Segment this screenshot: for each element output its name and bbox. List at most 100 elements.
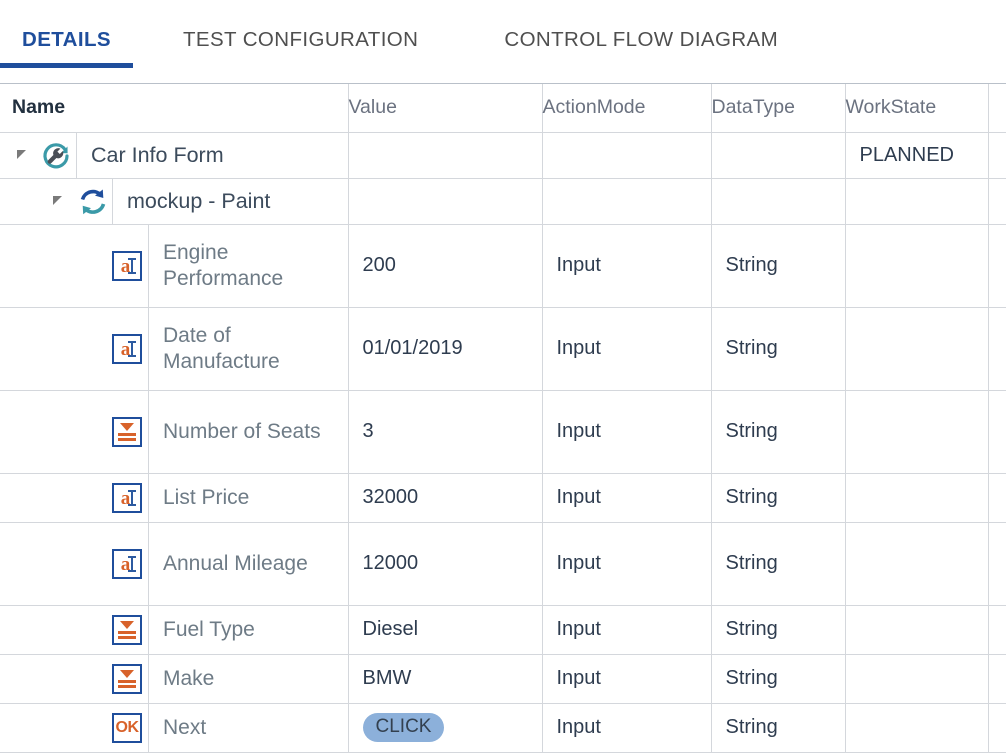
tree-indent — [0, 655, 80, 703]
tree-indent — [0, 704, 80, 752]
table-row[interactable]: aAnnual Mileage12000InputString — [0, 522, 1006, 605]
cell-value[interactable]: Diesel — [348, 605, 542, 654]
table-row[interactable]: Fuel TypeDieselInputString — [0, 605, 1006, 654]
cell-value[interactable]: 200 — [348, 224, 542, 307]
wrench-sync-icon — [40, 140, 70, 170]
cell-actionmode[interactable]: Input — [542, 605, 711, 654]
column-header-value[interactable]: Value — [348, 84, 542, 132]
tree-indent — [0, 225, 80, 307]
click-action-badge[interactable]: CLICK — [363, 713, 445, 742]
row-name-label: List Price — [148, 474, 348, 522]
cell-datatype[interactable]: String — [711, 473, 845, 522]
table-row[interactable]: aEngine Performance200InputString — [0, 224, 1006, 307]
table-row[interactable]: OKNext CLICK InputString — [0, 703, 1006, 752]
row-icon-slot: a — [106, 308, 148, 390]
cell-workstate[interactable] — [845, 654, 988, 703]
cell-spacer — [988, 522, 1006, 605]
tab-list: DETAILS TEST CONFIGURATION CONTROL FLOW … — [0, 28, 778, 68]
row-icon-slot — [70, 179, 112, 224]
tab-test-configuration[interactable]: TEST CONFIGURATION — [183, 28, 418, 62]
cell-workstate[interactable] — [845, 522, 988, 605]
row-icon-slot: a — [106, 523, 148, 605]
table-row[interactable]: Car Info FormPLANNED — [0, 132, 1006, 178]
row-icon-slot — [106, 606, 148, 654]
cell-workstate[interactable]: PLANNED — [845, 132, 988, 178]
tree-expander-placeholder — [80, 704, 106, 752]
row-icon-slot: a — [106, 225, 148, 307]
cell-value[interactable]: BMW — [348, 654, 542, 703]
cell-value[interactable]: 12000 — [348, 522, 542, 605]
cell-datatype[interactable]: String — [711, 307, 845, 390]
table-row[interactable]: aDate of Manufacture01/01/2019InputStrin… — [0, 307, 1006, 390]
row-name-label: Number of Seats — [148, 391, 348, 473]
table-row[interactable]: aList Price32000InputString — [0, 473, 1006, 522]
cell-actionmode[interactable]: Input — [542, 390, 711, 473]
column-header-datatype[interactable]: DataType — [711, 84, 845, 132]
cell-workstate[interactable] — [845, 390, 988, 473]
tree-expander-icon[interactable] — [8, 133, 34, 178]
cell-name: aAnnual Mileage — [0, 522, 348, 605]
tab-control-flow-diagram[interactable]: CONTROL FLOW DIAGRAM — [504, 28, 778, 62]
tab-details[interactable]: DETAILS — [22, 28, 111, 62]
cell-datatype[interactable] — [711, 132, 845, 178]
cell-workstate[interactable] — [845, 307, 988, 390]
cell-actionmode[interactable] — [542, 178, 711, 224]
cell-name: Make — [0, 654, 348, 703]
cell-datatype[interactable]: String — [711, 522, 845, 605]
tree-expander-icon[interactable] — [44, 179, 70, 224]
row-icon-slot — [106, 655, 148, 703]
ok-button-icon: OK — [112, 713, 142, 743]
tab-strip: DETAILS TEST CONFIGURATION CONTROL FLOW … — [0, 0, 1006, 84]
cell-value[interactable]: 32000 — [348, 473, 542, 522]
cell-name: aEngine Performance — [0, 224, 348, 307]
table-row[interactable]: Number of Seats3InputString — [0, 390, 1006, 473]
cell-datatype[interactable]: String — [711, 654, 845, 703]
cell-value[interactable]: 01/01/2019 — [348, 307, 542, 390]
cell-actionmode[interactable]: Input — [542, 703, 711, 752]
cell-spacer — [988, 307, 1006, 390]
row-icon-slot — [106, 391, 148, 473]
dropdown-icon — [112, 615, 142, 645]
cell-spacer — [988, 224, 1006, 307]
tab-active-indicator — [0, 63, 133, 68]
grid-body: Car Info FormPLANNEDmockup - PaintaEngin… — [0, 132, 1006, 752]
cell-name: mockup - Paint — [0, 178, 348, 224]
cell-actionmode[interactable]: Input — [542, 522, 711, 605]
cell-actionmode[interactable]: Input — [542, 307, 711, 390]
cell-workstate[interactable] — [845, 605, 988, 654]
column-header-name[interactable]: Name — [0, 84, 348, 132]
cell-name: Fuel Type — [0, 605, 348, 654]
cell-workstate[interactable] — [845, 703, 988, 752]
cell-value[interactable] — [348, 178, 542, 224]
cell-name: aDate of Manufacture — [0, 307, 348, 390]
tree-indent — [0, 308, 80, 390]
cell-actionmode[interactable]: Input — [542, 654, 711, 703]
dropdown-icon — [112, 664, 142, 694]
cell-workstate[interactable] — [845, 178, 988, 224]
cell-value[interactable] — [348, 132, 542, 178]
column-header-workstate[interactable]: WorkState — [845, 84, 988, 132]
cell-datatype[interactable]: String — [711, 390, 845, 473]
column-header-spacer — [988, 84, 1006, 132]
cell-name: OKNext — [0, 703, 348, 752]
text-input-icon: a — [112, 334, 142, 364]
cell-actionmode[interactable]: Input — [542, 224, 711, 307]
cell-workstate[interactable] — [845, 473, 988, 522]
cell-spacer — [988, 605, 1006, 654]
tree-expander-placeholder — [80, 225, 106, 307]
cell-value[interactable]: CLICK — [348, 703, 542, 752]
cell-datatype[interactable]: String — [711, 224, 845, 307]
cell-value[interactable]: 3 — [348, 390, 542, 473]
table-row[interactable]: mockup - Paint — [0, 178, 1006, 224]
cell-actionmode[interactable]: Input — [542, 473, 711, 522]
table-row[interactable]: MakeBMWInputString — [0, 654, 1006, 703]
cell-datatype[interactable]: String — [711, 605, 845, 654]
cell-datatype[interactable]: String — [711, 703, 845, 752]
cell-actionmode[interactable] — [542, 132, 711, 178]
grid-header-row: Name Value ActionMode DataType WorkState — [0, 84, 1006, 132]
cell-spacer — [988, 390, 1006, 473]
column-header-actionmode[interactable]: ActionMode — [542, 84, 711, 132]
cell-datatype[interactable] — [711, 178, 845, 224]
row-name-label: Make — [148, 655, 348, 703]
cell-workstate[interactable] — [845, 224, 988, 307]
